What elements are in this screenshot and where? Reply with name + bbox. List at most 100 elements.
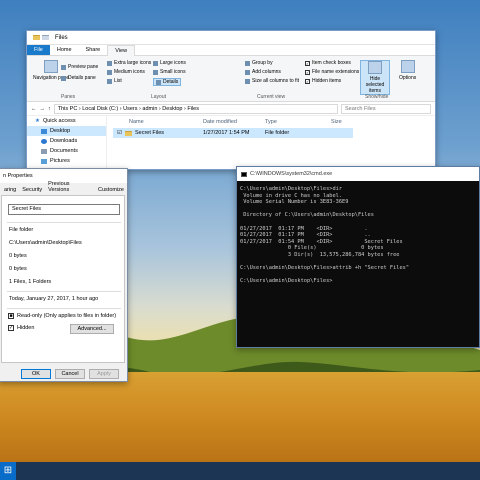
details-pane-label: Details pane: [68, 75, 96, 81]
large-icons-icon: [153, 60, 158, 66]
tab-sharing[interactable]: aring: [1, 185, 19, 195]
cmd-title-bar: C:\WINDOWS\system32\cmd.exe: [237, 167, 479, 181]
explorer-body: ★ Quick access Desktop Downloads Documen…: [27, 116, 435, 169]
panes-group-label: Panes: [61, 94, 76, 100]
tab-customize[interactable]: Customize: [95, 185, 127, 195]
column-type[interactable]: Type: [265, 119, 277, 125]
properties-dialog: n Properties aring Security Previous Ver…: [0, 168, 128, 382]
layout-extra-large-icons[interactable]: Extra large icons: [107, 60, 151, 66]
size-all-columns-button[interactable]: Size all columns to fit: [245, 78, 299, 84]
column-size[interactable]: Size: [331, 119, 342, 125]
folder-size-value: 0 bytes: [9, 253, 27, 259]
sidebar-item-label: Desktop: [50, 128, 71, 134]
search-input[interactable]: Search Files: [341, 103, 431, 114]
forward-arrow-icon[interactable]: →: [40, 106, 46, 112]
download-icon: [41, 138, 47, 144]
address-row: ← → ↑ This PC › Local Disk (C:) › Users …: [27, 102, 435, 116]
console-line: 3 Dir(s) 13,575,286,784 bytes free: [240, 251, 400, 258]
column-date-modified[interactable]: Date modified: [203, 119, 237, 125]
console-output[interactable]: C:\Users\admin\Desktop\Files>dir Volume …: [237, 181, 479, 290]
tab-security[interactable]: Security: [19, 185, 45, 195]
sidebar-item-label: Documents: [50, 148, 78, 154]
checkbox-icon: ✓: [305, 78, 310, 84]
tab-previous-versions[interactable]: Previous Versions: [45, 179, 95, 195]
tab-home[interactable]: Home: [50, 45, 79, 55]
breadcrumb-users[interactable]: Users: [123, 106, 137, 112]
layout-small-icons[interactable]: Small icons: [153, 69, 186, 75]
breadcrumb-desktop[interactable]: Desktop: [162, 106, 182, 112]
up-arrow-icon[interactable]: ↑: [48, 106, 51, 112]
column-headers: Name Date modified Type Size: [109, 116, 435, 128]
sidebar-item-desktop[interactable]: Desktop: [27, 126, 106, 136]
breadcrumb: This PC › Local Disk (C:) › Users › admi…: [57, 105, 199, 112]
navigation-pane: ★ Quick access Desktop Downloads Documen…: [27, 116, 107, 169]
hidden-checkbox[interactable]: ✓ Hidden: [8, 325, 34, 331]
layout-details[interactable]: Details: [153, 78, 182, 86]
add-columns-button[interactable]: Add columns: [245, 69, 281, 75]
checkbox-checked-icon: ■: [8, 313, 14, 319]
tab-share[interactable]: Share: [79, 45, 108, 55]
breadcrumb-admin[interactable]: admin: [142, 106, 157, 112]
explorer-title-bar: Files: [27, 31, 435, 45]
cmd-title: C:\WINDOWS\system32\cmd.exe: [250, 171, 333, 177]
start-button[interactable]: ⊞: [0, 462, 16, 480]
address-bar[interactable]: This PC › Local Disk (C:) › Users › admi…: [53, 103, 338, 114]
layout-medium-icons[interactable]: Medium icons: [107, 69, 145, 75]
folder-icon: [42, 35, 49, 40]
sidebar-item-pictures[interactable]: Pictures: [27, 156, 106, 166]
table-row[interactable]: ☑ Secret Files 1/27/2017 1:54 PM File fo…: [113, 128, 353, 138]
layout-list[interactable]: List: [107, 78, 122, 84]
details-pane-button[interactable]: Details pane: [61, 75, 96, 81]
folder-icon: [125, 131, 132, 136]
readonly-checkbox[interactable]: ■ Read-only (Only applies to files in fo…: [8, 313, 116, 319]
layout-label: Large icons: [160, 60, 186, 66]
folder-name-field[interactable]: Secret Files: [8, 204, 120, 215]
divider: [7, 291, 121, 292]
layout-label: Extra large icons: [114, 60, 152, 66]
ok-button[interactable]: OK: [21, 369, 51, 379]
back-arrow-icon[interactable]: ←: [31, 106, 37, 112]
hidden-label: Hidden: [17, 325, 35, 331]
folder-type-value: File folder: [9, 227, 34, 233]
size-columns-icon: [245, 78, 250, 84]
list-icon: [107, 78, 112, 84]
layout-large-icons[interactable]: Large icons: [153, 60, 186, 66]
file-name: Secret Files: [135, 130, 165, 136]
add-columns-label: Add columns: [252, 69, 281, 75]
console-line: C:\Users\admin\Desktop\Files>attrib +h "…: [240, 265, 410, 272]
item-check-boxes-toggle[interactable]: ✓ Item check boxes: [305, 60, 351, 66]
checkbox-icon[interactable]: ☑: [117, 130, 122, 136]
sidebar-item-documents[interactable]: Documents: [27, 146, 106, 156]
tab-file[interactable]: File: [27, 45, 50, 55]
advanced-button[interactable]: Advanced...: [70, 324, 114, 334]
breadcrumb-local-disk[interactable]: Local Disk (C:): [82, 106, 118, 112]
group-by-button[interactable]: Group by: [245, 60, 273, 66]
ribbon-tabs: File Home Share View: [27, 44, 435, 56]
breadcrumb-files[interactable]: Files: [187, 106, 199, 112]
options-button[interactable]: Options: [399, 60, 416, 81]
cancel-button[interactable]: Cancel: [55, 369, 85, 379]
command-prompt-window: C:\WINDOWS\system32\cmd.exe C:\Users\adm…: [236, 166, 480, 348]
preview-pane-button[interactable]: Preview pane: [61, 64, 98, 70]
layout-group-label: Layout: [151, 94, 167, 100]
current-view-group-label: Current view: [257, 94, 286, 100]
hide-selected-items-label: Hide selected items: [365, 76, 385, 94]
file-list: Name Date modified Type Size ☑ Secret Fi…: [109, 116, 435, 169]
properties-title: n Properties: [3, 173, 33, 179]
folder-created-value: Today, January 27, 2017, 1 hour ago: [9, 296, 99, 302]
hidden-items-toggle[interactable]: ✓ Hidden items: [305, 78, 341, 84]
file-type: File folder: [265, 130, 290, 136]
column-name[interactable]: Name: [129, 119, 144, 125]
group-by-label: Group by: [252, 60, 273, 66]
apply-button[interactable]: Apply: [89, 369, 119, 379]
file-name-extensions-label: File name extensions: [312, 69, 360, 75]
quick-access-toolbar[interactable]: [33, 35, 49, 40]
tab-view[interactable]: View: [107, 44, 136, 56]
breadcrumb-this-pc[interactable]: This PC: [58, 106, 78, 112]
file-name-extensions-toggle[interactable]: ✓ File name extensions: [305, 69, 359, 75]
hide-selected-items-button[interactable]: Hide selected items: [360, 60, 390, 95]
desktop-icon: [41, 128, 47, 134]
sidebar-item-downloads[interactable]: Downloads: [27, 136, 106, 146]
sidebar-item-quick-access[interactable]: ★ Quick access: [27, 116, 106, 126]
